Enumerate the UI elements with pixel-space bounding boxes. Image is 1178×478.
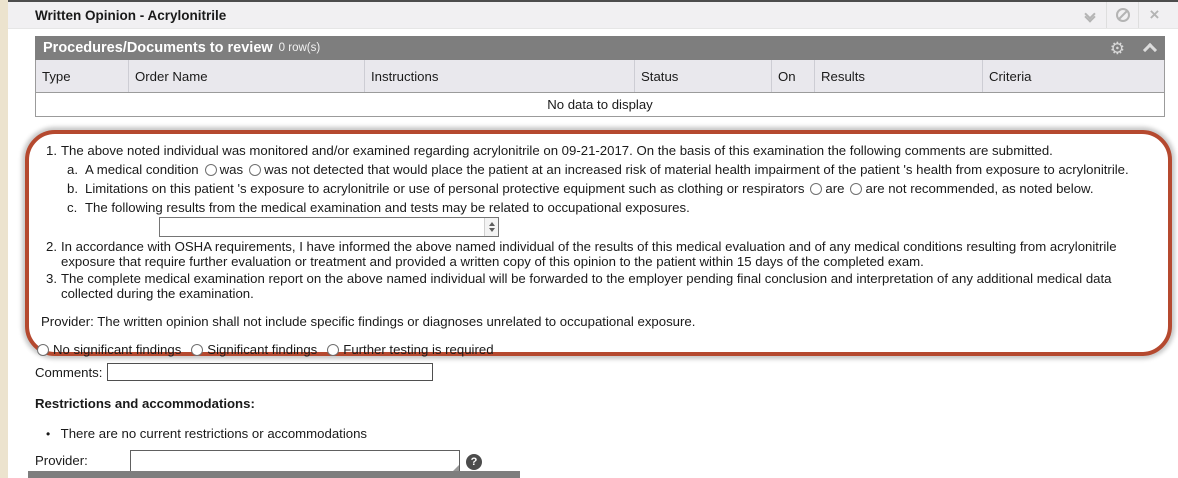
item-number: 2.: [41, 239, 61, 269]
column-header-criteria: Criteria: [982, 60, 1164, 92]
table-empty-message: No data to display: [36, 93, 1164, 116]
exam-results-input-row: [159, 217, 1158, 237]
spinner-up-icon: [489, 222, 495, 226]
chevron-up-icon[interactable]: [1143, 43, 1157, 57]
procedures-panel-header: Procedures/Documents to review 0 row(s) …: [35, 36, 1165, 60]
radio-was-not-label: was not: [264, 162, 309, 177]
provider-input[interactable]: [130, 450, 460, 473]
item-1b-suffix: recommended, as noted below.: [907, 181, 1094, 196]
left-margin-strip: [0, 0, 8, 478]
opinion-item-1c-text: The following results from the medical e…: [85, 200, 1158, 215]
close-icon: ×: [1150, 8, 1160, 22]
opinion-item-1b: b. Limitations on this patient 's exposu…: [67, 181, 1158, 196]
panel-title: Procedures/Documents to review: [43, 40, 273, 56]
provider-label: Provider:: [35, 450, 130, 468]
column-header-instructions: Instructions: [364, 60, 634, 92]
radio-label-further-testing: Further testing is required: [343, 342, 493, 357]
opinion-item-3-text: The complete medical examination report …: [61, 271, 1158, 301]
radio-was-label: was: [220, 162, 243, 177]
opinion-item-1: 1. The above noted individual was monito…: [41, 143, 1158, 158]
next-section-bar-partial: [28, 471, 520, 478]
spinner-control[interactable]: [484, 218, 498, 236]
titlebar-icon-group: ×: [1074, 2, 1170, 28]
item-1b-prefix: Limitations on this patient 's exposure …: [85, 181, 804, 196]
column-header-type: Type: [36, 60, 128, 92]
column-header-status: Status: [634, 60, 771, 92]
opinion-item-2-text: In accordance with OSHA requirements, I …: [61, 239, 1158, 269]
table-header-row: Type Order Name Instructions Status On R…: [36, 60, 1164, 93]
opinion-item-3: 3. The complete medical examination repo…: [41, 271, 1158, 301]
provider-field-wrap: [130, 450, 460, 473]
provider-row: Provider: ?: [35, 450, 482, 473]
procedures-panel: Procedures/Documents to review 0 row(s) …: [35, 36, 1165, 117]
findings-radio-group: No significant findings Significant find…: [37, 342, 1158, 357]
close-button[interactable]: ×: [1138, 2, 1170, 28]
comments-input[interactable]: [107, 363, 433, 381]
column-header-order-name: Order Name: [128, 60, 364, 92]
item-letter: b.: [67, 181, 85, 196]
procedures-table: Type Order Name Instructions Status On R…: [35, 60, 1165, 117]
opinion-item-2: 2. In accordance with OSHA requirements,…: [41, 239, 1158, 269]
comments-label: Comments:: [35, 365, 102, 380]
comments-row: Comments:: [35, 363, 433, 381]
radio-are[interactable]: [810, 183, 822, 195]
radio-label-significant-findings: Significant findings: [207, 342, 317, 357]
column-header-results: Results: [814, 60, 982, 92]
radio-was[interactable]: [205, 164, 217, 176]
window-titlebar: Written Opinion - Acrylonitrile ×: [8, 0, 1178, 29]
panel-row-count: 0 row(s): [279, 42, 321, 54]
column-header-on: On: [771, 60, 814, 92]
restrictions-bullet-row: • There are no current restrictions or a…: [46, 426, 367, 441]
item-number: 1.: [41, 143, 61, 158]
opinion-item-1c: c. The following results from the medica…: [67, 200, 1158, 215]
disable-button[interactable]: [1106, 2, 1138, 28]
page-title: Written Opinion - Acrylonitrile: [35, 8, 226, 23]
restrictions-heading: Restrictions and accommodations:: [35, 396, 255, 411]
provider-note: Provider: The written opinion shall not …: [41, 314, 1158, 329]
gear-icon[interactable]: ⚙: [1110, 40, 1125, 57]
radio-further-testing[interactable]: [327, 344, 339, 356]
opinion-highlight-box: 1. The above noted individual was monito…: [25, 130, 1172, 356]
spinner-down-icon: [489, 228, 495, 232]
opinion-item-1b-text: Limitations on this patient 's exposure …: [85, 181, 1158, 196]
radio-are-label: are: [825, 181, 844, 196]
radio-are-not[interactable]: [850, 183, 862, 195]
opinion-item-1a-text: A medical condition was was not detected t…: [85, 162, 1158, 177]
radio-significant-findings[interactable]: [191, 344, 203, 356]
exam-results-input[interactable]: [160, 218, 484, 236]
circle-slash-icon: [1116, 8, 1130, 22]
radio-was-not[interactable]: [249, 164, 261, 176]
help-icon[interactable]: ?: [466, 454, 482, 470]
item-number: 3.: [41, 271, 61, 301]
item-1a-suffix: detected that would place the patient at…: [310, 162, 1129, 177]
item-1a-prefix: A medical condition: [85, 162, 199, 177]
item-letter: c.: [67, 200, 85, 215]
bullet-icon: •: [46, 427, 50, 441]
written-opinion-page: Written Opinion - Acrylonitrile × Proced…: [0, 0, 1178, 478]
exam-results-field-wrap: [159, 217, 499, 237]
radio-label-no-significant-findings: No significant findings: [53, 342, 181, 357]
opinion-item-1a: a. A medical condition was was not detecte…: [67, 162, 1158, 177]
opinion-item-1-text: The above noted individual was monitored…: [61, 143, 1158, 158]
collapse-all-button[interactable]: [1074, 2, 1106, 28]
radio-no-significant-findings[interactable]: [37, 344, 49, 356]
item-letter: a.: [67, 162, 85, 177]
restrictions-bullet-text: There are no current restrictions or acc…: [61, 426, 367, 441]
radio-are-not-label: are not: [865, 181, 906, 196]
